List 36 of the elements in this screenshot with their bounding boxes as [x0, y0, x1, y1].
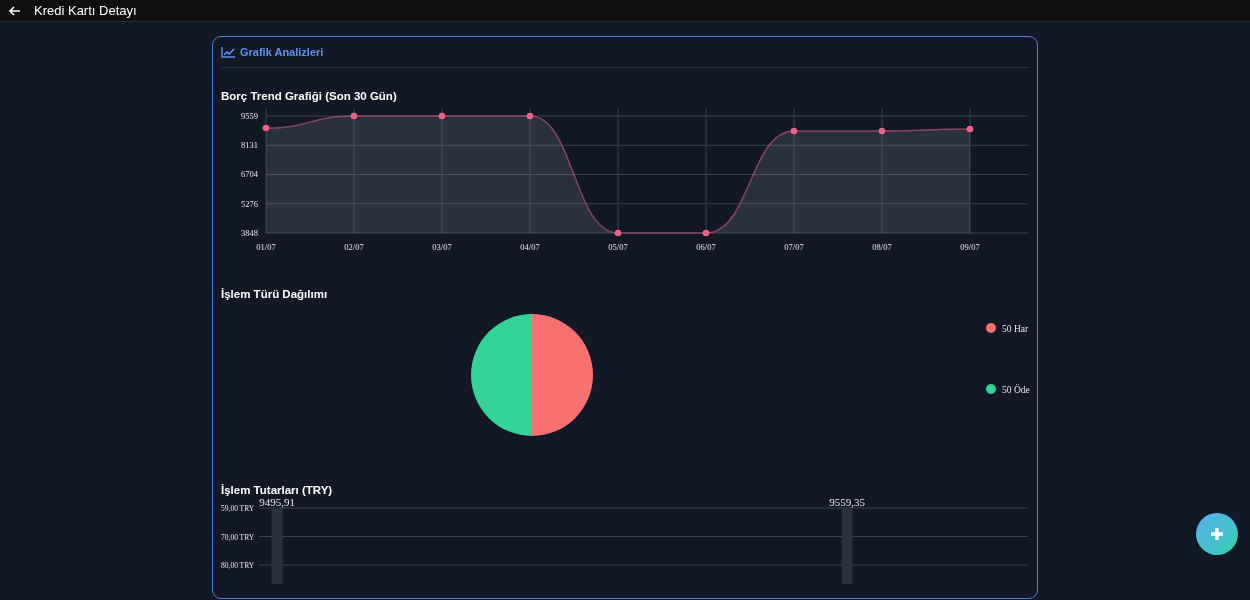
axis-label: 01/07: [256, 242, 276, 252]
axis-label: 05/07: [608, 242, 628, 252]
axis-label: 07/07: [784, 242, 804, 252]
axis-label: 3848: [241, 228, 258, 238]
legend-label: 50 Har: [1002, 323, 1029, 334]
data-point: [702, 229, 710, 237]
data-point: [262, 124, 270, 132]
page-title: Kredi Kartı Detayı: [34, 3, 137, 18]
value-label: 9559,35: [829, 496, 865, 508]
data-point: [614, 229, 622, 237]
add-button[interactable]: [1196, 513, 1238, 555]
chart-title: İşlem Türü Dağılımı: [221, 288, 329, 300]
data-point: [966, 125, 974, 133]
card-title: Grafik Analizleri: [240, 46, 324, 58]
plus-icon: [1210, 527, 1224, 541]
axis-label: 02/07: [344, 242, 364, 252]
axis-label: 09/07: [960, 242, 980, 252]
data-point: [438, 112, 446, 120]
value-label: 9495,91: [259, 496, 295, 508]
back-arrow-icon[interactable]: [8, 3, 22, 18]
axis-label: 06/07: [696, 242, 716, 252]
axis-label: 04/07: [520, 242, 540, 252]
chart-title: İşlem Tutarları (TRY): [221, 484, 334, 496]
axis-label: 5276: [241, 198, 258, 209]
data-point: [526, 112, 534, 120]
data-point: [878, 127, 886, 135]
axis-label: 9559: [241, 111, 258, 121]
trend-chart-icon: [221, 46, 235, 58]
legend-label: 50 Öde: [1002, 384, 1030, 395]
data-point: [350, 112, 358, 120]
data-point: [790, 127, 798, 135]
axis-label: 03/07: [432, 242, 452, 252]
axis-label: 6704: [241, 169, 258, 180]
chart-title: Borç Trend Grafiği (Son 30 Gün): [221, 90, 398, 102]
axis-label: 8131: [241, 140, 258, 151]
axis-label: 08/07: [872, 242, 892, 252]
